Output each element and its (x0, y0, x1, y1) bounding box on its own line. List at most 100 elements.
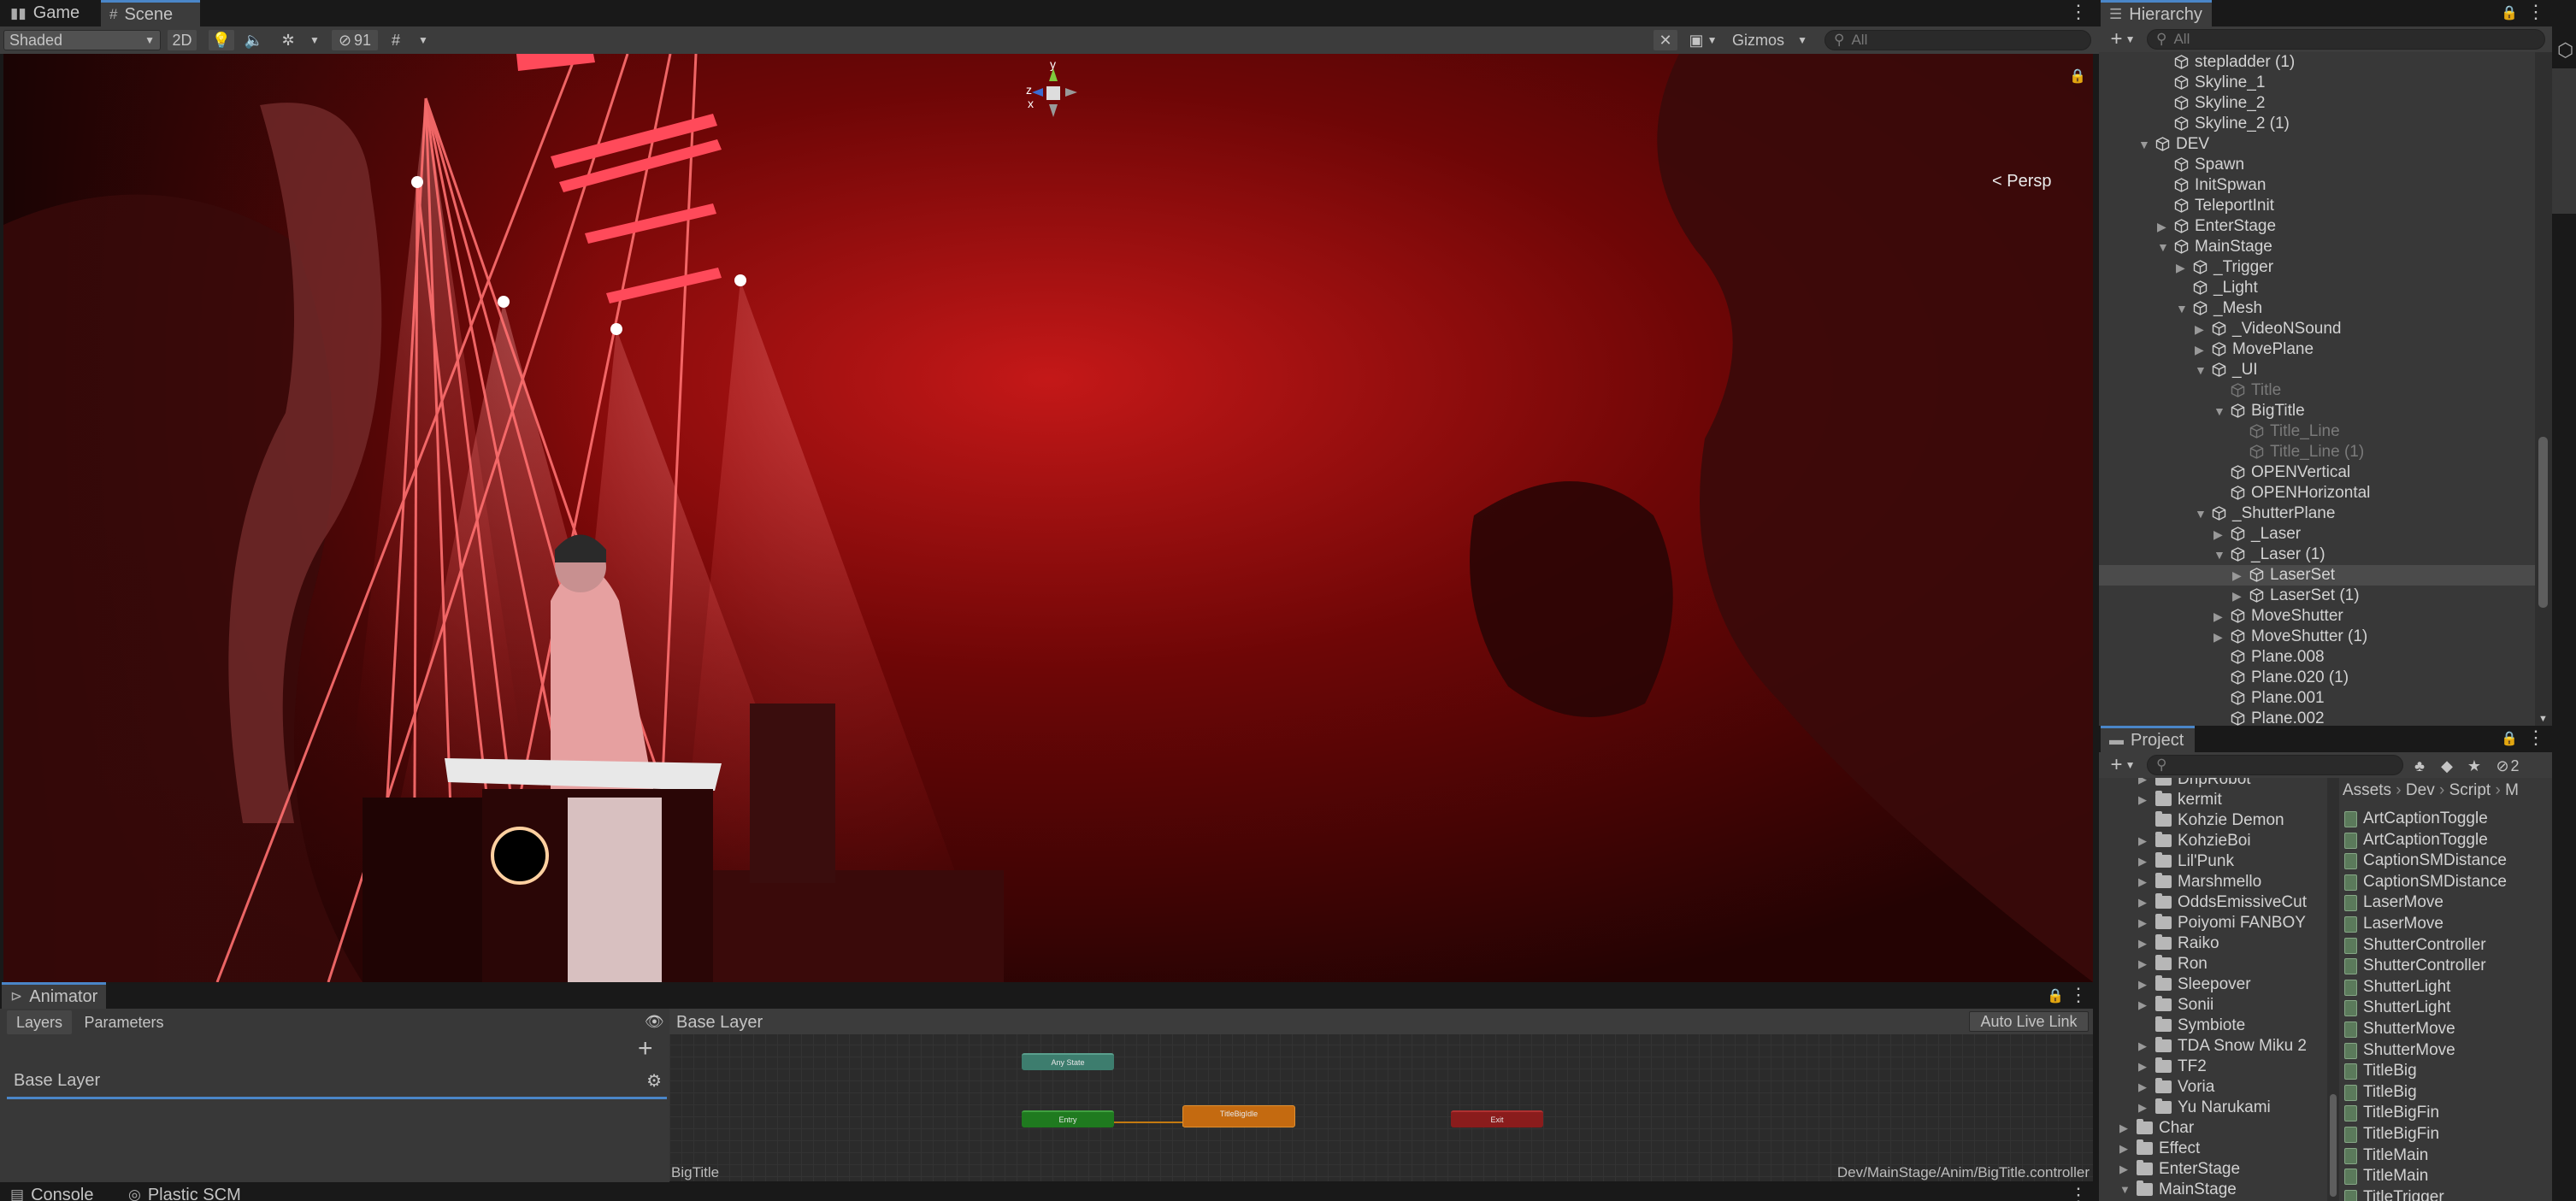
collapsed-arrow-icon[interactable]: ▶ (2232, 586, 2242, 606)
hierarchy-item[interactable]: ▼ MainStage (2099, 237, 2535, 257)
hierarchy-item[interactable]: Title_Line (2099, 421, 2535, 442)
layer-item-base[interactable]: Base Layer ⚙ (7, 1063, 667, 1099)
graph-breadcrumb[interactable]: Base Layer (676, 1013, 763, 1033)
collapsed-arrow-icon[interactable]: ▶ (2138, 778, 2147, 790)
hierarchy-scrollbar[interactable]: ▼ (2535, 52, 2552, 726)
collapsed-arrow-icon[interactable]: ▶ (2232, 565, 2242, 586)
hierarchy-item[interactable]: stepladder (1) (2099, 52, 2535, 73)
collapsed-arrow-icon[interactable]: ▶ (2138, 1098, 2147, 1118)
scene-search-input[interactable]: ⚲ All (1824, 30, 2091, 50)
project-folder-item[interactable]: ▶ TDA Snow Miku 2 (2099, 1036, 2327, 1057)
hierarchy-item[interactable]: ▼ DEV (2099, 134, 2535, 155)
hierarchy-item[interactable]: ▶ LaserSet (1) (2099, 586, 2535, 606)
hierarchy-item[interactable]: ▼ _Laser (1) (2099, 545, 2535, 565)
hierarchy-add-button[interactable]: + ▼ (2106, 27, 2140, 50)
collapsed-arrow-icon[interactable]: ▶ (2138, 872, 2147, 892)
scene-viewport[interactable]: y x z 🔒 < Persp (3, 54, 2093, 982)
collapsed-arrow-icon[interactable]: ▶ (2138, 974, 2147, 995)
collapsed-arrow-icon[interactable]: ▶ (2138, 913, 2147, 933)
hierarchy-item[interactable]: Skyline_2 (1) (2099, 114, 2535, 134)
search-by-type-icon[interactable]: ♣ (2408, 756, 2431, 776)
project-search-input[interactable]: ⚲ (2147, 755, 2403, 775)
hierarchy-item[interactable]: Title (2099, 380, 2535, 401)
hierarchy-item[interactable]: ▶ MovePlane (2099, 339, 2535, 360)
project-folder-item[interactable]: ▶ Voria (2099, 1077, 2327, 1098)
hierarchy-item[interactable]: ▶ _VideoNSound (2099, 319, 2535, 339)
state-node-entry[interactable]: Entry (1022, 1110, 1114, 1127)
collapsed-arrow-icon[interactable]: ▶ (2213, 524, 2223, 545)
collapsed-arrow-icon[interactable]: ▶ (2138, 831, 2147, 851)
console-menu-icon[interactable]: ⋮ (2069, 1186, 2088, 1201)
hierarchy-item[interactable]: Title_Line (1) (2099, 442, 2535, 462)
project-folder-item[interactable]: ▶ kermit (2099, 790, 2327, 810)
collapsed-arrow-icon[interactable]: ▶ (2213, 627, 2223, 647)
project-folder-item[interactable]: ▶ Marshmello (2099, 872, 2327, 892)
hierarchy-item[interactable]: TeleportInit (2099, 196, 2535, 216)
breadcrumb-item[interactable]: Dev (2406, 781, 2435, 799)
tab-plastic-scm[interactable]: ◎ Plastic SCM (120, 1182, 250, 1201)
hierarchy-item[interactable]: _Light (2099, 278, 2535, 298)
hierarchy-item[interactable]: Plane.001 (2099, 688, 2535, 709)
collapsed-arrow-icon[interactable]: ▶ (2138, 892, 2147, 913)
breadcrumb-item[interactable]: Script (2449, 781, 2491, 799)
project-folder-item[interactable]: ▶ DripRobot (2099, 778, 2327, 790)
persp-label[interactable]: < Persp (1992, 172, 2051, 191)
project-folder-scrollbar[interactable] (2327, 778, 2339, 1201)
effects-toggle-icon[interactable]: ✲ (275, 30, 301, 50)
camera-icon[interactable]: ▣ ▼ (1684, 30, 1722, 50)
add-layer-button[interactable]: + (638, 1036, 653, 1062)
collapsed-arrow-icon[interactable]: ▶ (2138, 995, 2147, 1016)
tab-layers[interactable]: Layers (7, 1010, 72, 1034)
project-folder-item[interactable]: ▼ MainStage (2099, 1180, 2327, 1200)
project-folder-item[interactable]: ▶ Sleepover (2099, 974, 2327, 995)
collapsed-arrow-icon[interactable]: ▶ (2138, 1036, 2147, 1057)
tab-animator[interactable]: ⊳ Animator (2, 982, 106, 1009)
project-folder-item[interactable]: ▶ Yu Narukami (2099, 1098, 2327, 1118)
state-node-exit[interactable]: Exit (1451, 1110, 1543, 1127)
project-folder-item[interactable]: ▶ OddsEmissiveCut (2099, 892, 2327, 913)
hierarchy-item[interactable]: InitSpwan (2099, 175, 2535, 196)
project-folder-item[interactable]: ▶ KohzieBoi (2099, 831, 2327, 851)
animator-lock-icon[interactable]: 🔒 (2047, 987, 2064, 1004)
project-folder-item[interactable]: ▶ EnterStage (2099, 1159, 2327, 1180)
animator-menu-icon[interactable]: ⋮ (2069, 986, 2088, 1004)
collapsed-arrow-icon[interactable]: ▶ (2119, 1159, 2128, 1180)
collapsed-arrow-icon[interactable]: ▶ (2119, 1139, 2128, 1159)
gear-icon[interactable]: ⚙ (646, 1070, 662, 1092)
tools-icon[interactable]: ✕ (1653, 30, 1677, 50)
lighting-toggle-icon[interactable]: 💡 (209, 30, 234, 50)
expanded-arrow-icon[interactable]: ▼ (2195, 360, 2207, 380)
gizmos-dropdown[interactable]: Gizmos ▼ (1727, 30, 1813, 50)
hierarchy-item[interactable]: OPENHorizontal (2099, 483, 2535, 503)
inspector-scrollbar[interactable] (2552, 68, 2576, 214)
animator-graph[interactable]: Base Layer Auto Live Link Any State Entr… (669, 1009, 2093, 1181)
project-folder-item[interactable]: ▶ Effect (2099, 1139, 2327, 1159)
hierarchy-item[interactable]: ▶ MoveShutter (2099, 606, 2535, 627)
expanded-arrow-icon[interactable]: ▼ (2176, 298, 2188, 319)
scene-menu-icon[interactable]: ⋮ (2069, 3, 2088, 21)
hierarchy-item[interactable]: ▶ LaserSet (2099, 565, 2535, 586)
hierarchy-item[interactable]: Skyline_1 (2099, 73, 2535, 93)
project-menu-icon[interactable]: ⋮ (2526, 728, 2545, 747)
search-by-label-icon[interactable]: ◆ (2436, 756, 2458, 776)
shading-mode-dropdown[interactable]: Shaded ▼ (3, 30, 161, 50)
project-folder-item[interactable]: ▶ Sonii (2099, 995, 2327, 1016)
tab-console[interactable]: ▤ Console (2, 1182, 102, 1201)
tab-project[interactable]: ▬ Project (2101, 726, 2195, 752)
orientation-gizmo[interactable]: y x z (1026, 57, 1081, 124)
project-folder-item[interactable]: ▶ Poiyomi FANBOY (2099, 913, 2327, 933)
hierarchy-item[interactable]: ▼ _ShutterPlane (2099, 503, 2535, 524)
tab-game[interactable]: ▮▮ Game (2, 0, 88, 26)
expanded-arrow-icon[interactable]: ▼ (2119, 1180, 2131, 1200)
tab-scene[interactable]: # Scene (101, 0, 200, 26)
collapsed-arrow-icon[interactable]: ▶ (2138, 1077, 2147, 1098)
hierarchy-menu-icon[interactable]: ⋮ (2526, 3, 2545, 21)
hierarchy-item[interactable]: Plane.020 (1) (2099, 668, 2535, 688)
project-lock-icon[interactable]: 🔒 (2501, 730, 2518, 747)
expanded-arrow-icon[interactable]: ▼ (2213, 401, 2225, 421)
breadcrumb-item[interactable]: M (2505, 781, 2519, 799)
project-folder-item[interactable]: Symbiote (2099, 1016, 2327, 1036)
collapsed-arrow-icon[interactable]: ▶ (2195, 319, 2204, 339)
hidden-objects-toggle[interactable]: ⊘ 91 (332, 30, 378, 50)
project-folder-item[interactable]: Kohzie Demon (2099, 810, 2327, 831)
